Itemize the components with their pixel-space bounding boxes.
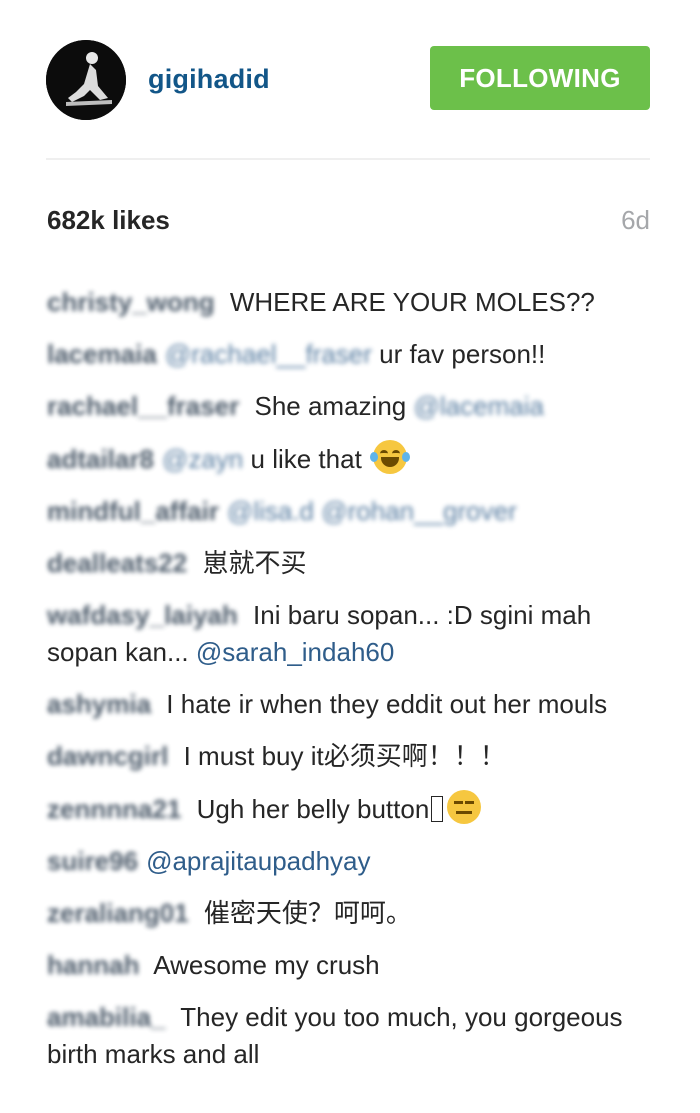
comment-author[interactable]: adtailar8 [47,441,154,478]
missing-glyph-icon [431,796,444,822]
neutral-face-icon [447,790,482,824]
comment-mention[interactable]: @lacemaia [413,391,543,421]
comment-author[interactable]: zennnna21 [47,791,181,828]
comment: mindful_affair @lisa.d @rohan__grover [47,493,659,530]
header-divider [46,158,650,160]
comment: adtailar8 @zayn u like that [47,440,659,478]
comment-text: I hate ir when they eddit out her mouls [159,689,608,719]
comment: christy_wong WHERE ARE YOUR MOLES?? [47,284,659,321]
comment-text: I must buy it必须买啊！！！ [176,741,506,771]
comment: lacemaia @rachael__fraser ur fav person!! [47,336,659,373]
comment-author[interactable]: lacemaia [47,336,157,373]
following-button[interactable]: FOLLOWING [430,46,650,110]
comment-author[interactable]: dawncgirl [47,738,168,775]
comment-author[interactable]: zeraliang01 [47,895,189,932]
face-with-tears-of-joy-icon [370,440,411,474]
comment: dealleats22 崽就不买 [47,545,659,582]
comment-mention[interactable]: @rachael__fraser [165,339,372,369]
comment-author[interactable]: wafdasy_laiyah [47,597,238,634]
comment-author[interactable]: rachael__fraser [47,388,239,425]
comment-author[interactable]: christy_wong [47,284,215,321]
comment: wafdasy_laiyah Ini baru sopan... :D sgin… [47,597,659,671]
profile-avatar[interactable] [46,40,126,120]
comment-text: Awesome my crush [147,950,380,980]
comment-author[interactable]: amabilia_ [47,999,166,1036]
comment-author[interactable]: hannah [47,947,139,984]
comment-mention[interactable]: @zayn [162,444,243,474]
post-age: 6d [621,205,650,235]
post-header: gigihadid FOLLOWING [0,0,700,160]
comment: hannah Awesome my crush [47,947,659,984]
comment-text: u like that [243,444,370,474]
comment-mention[interactable]: @lisa.d @rohan__grover [227,496,517,526]
comment-mention[interactable]: @aprajitaupadhyay [146,846,370,876]
likes-count[interactable]: 682k likes [47,204,170,236]
comment-text: She amazing [247,391,414,421]
comment-text: WHERE ARE YOUR MOLES?? [222,287,595,317]
comment-author[interactable]: mindful_affair [47,493,219,530]
comment-text: 崽就不买 [195,548,307,578]
post-username[interactable]: gigihadid [148,64,270,94]
comment: zeraliang01 催密天使？呵呵。 [47,895,659,932]
comment-text: 催密天使？呵呵。 [196,898,412,928]
comment: amabilia_ They edit you too much, you go… [47,999,659,1073]
comment-author[interactable]: suire96 [47,843,138,880]
comment-text: Ugh her belly button [189,794,430,824]
comment-mention[interactable]: @sarah_indah60 [196,637,394,667]
avatar-photo-icon [46,40,126,120]
comment-text: ur fav person!! [371,339,546,369]
comment: dawncgirl I must buy it必须买啊！！！ [47,738,659,775]
comment: suire96 @aprajitaupadhyay [47,843,659,880]
comment: ashymia I hate ir when they eddit out he… [47,686,659,723]
comment: rachael__fraser She amazing @lacemaia [47,388,659,425]
comment-author[interactable]: ashymia [47,686,151,723]
comment-list: christy_wong WHERE ARE YOUR MOLES?? lace… [47,284,659,1088]
comment: zennnna21 Ugh her belly button [47,790,659,828]
comment-author[interactable]: dealleats22 [47,545,187,582]
